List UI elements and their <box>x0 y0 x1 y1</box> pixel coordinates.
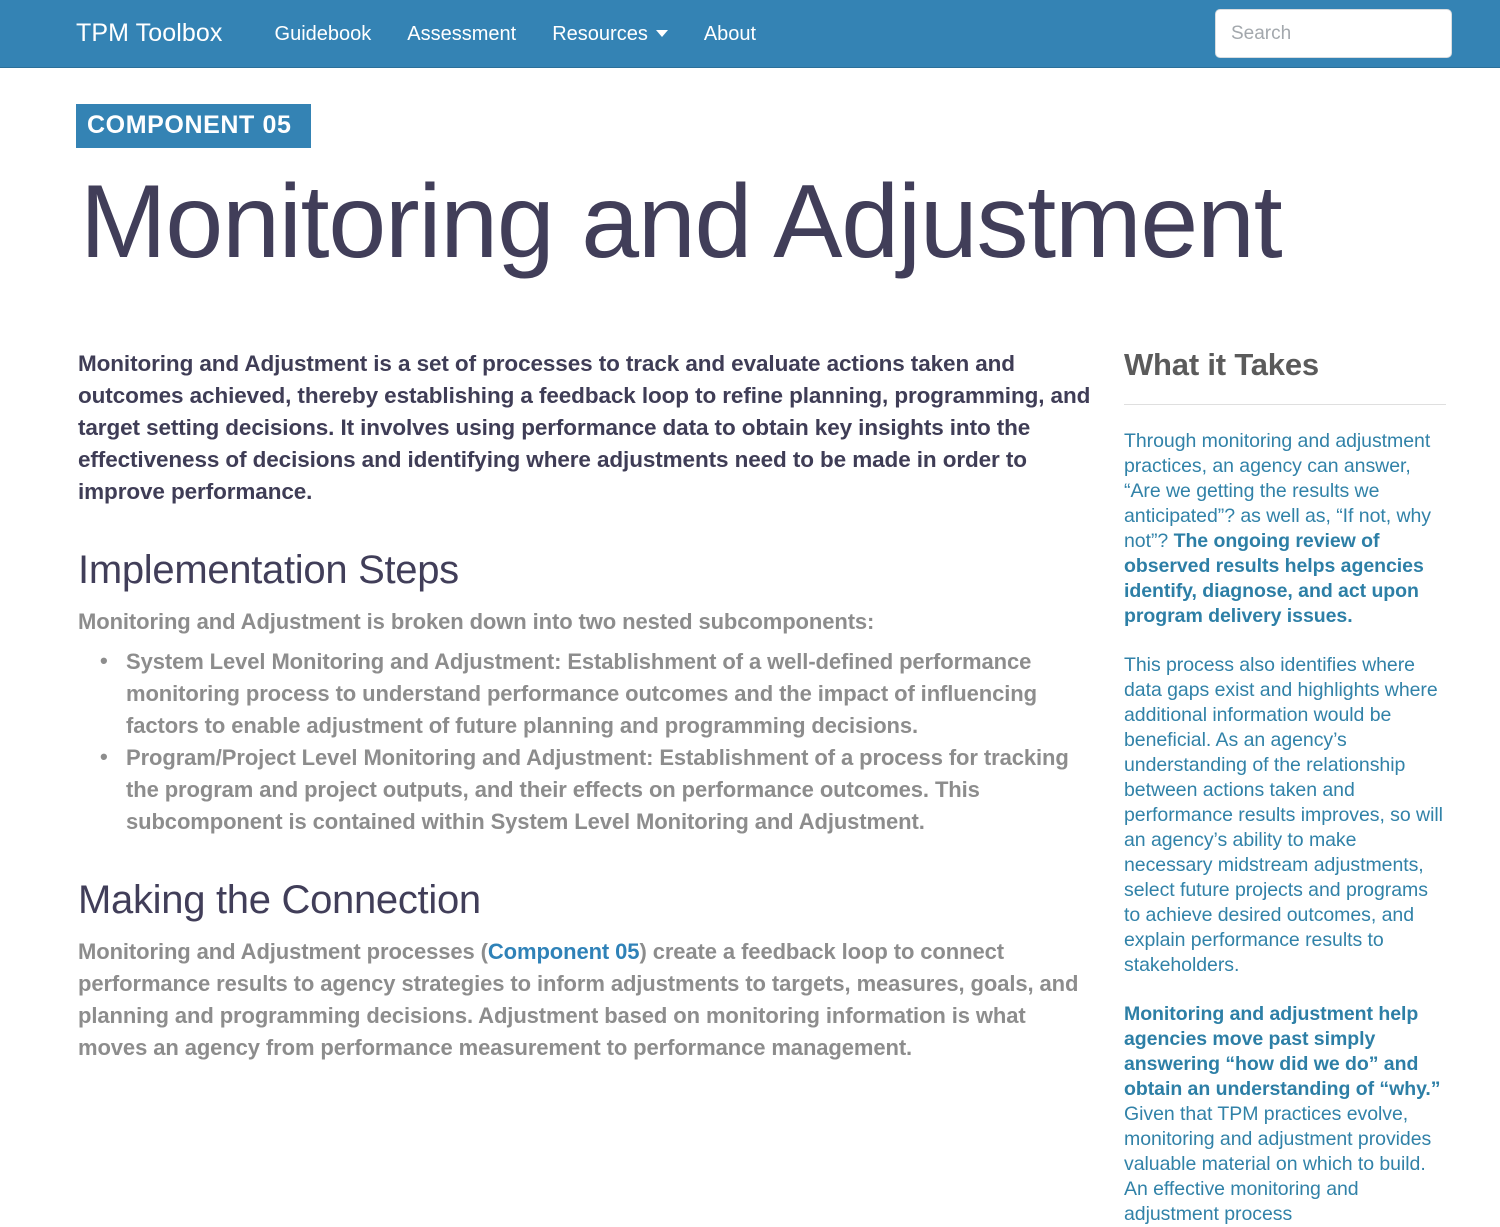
lead-paragraph: Monitoring and Adjustment is a set of pr… <box>78 351 1091 504</box>
nav-item-label: About <box>703 22 757 45</box>
component-05-link[interactable]: Component 05 <box>488 939 640 964</box>
status-badge: COMPONENT 05 <box>76 104 312 148</box>
brand-logo[interactable]: TPM Toolbox <box>76 19 223 48</box>
list-item: System Level Monitoring and Adjustment: … <box>100 645 1100 742</box>
sidebar-text-bold: Monitoring and adjustment help agencies … <box>1124 1003 1441 1101</box>
nav-item-guidebook[interactable]: Guidebook <box>257 24 390 44</box>
making-the-connection-paragraph: Monitoring and Adjustment processes (Com… <box>78 936 1100 1064</box>
section-heading-implementation-steps: Implementation Steps <box>78 548 459 592</box>
page-title: Monitoring and Adjustment <box>80 164 1283 280</box>
component-badge-wrap: COMPONENT 05 <box>76 104 1500 148</box>
sidebar-heading: What it Takes <box>1124 347 1319 382</box>
implementation-steps-intro: Monitoring and Adjustment is broken down… <box>78 609 875 634</box>
sidebar-paragraph: Through monitoring and adjustment practi… <box>1124 429 1446 629</box>
nav-item-assessment[interactable]: Assessment <box>389 24 534 44</box>
chevron-down-icon <box>655 30 668 37</box>
nav-item-label: Resources <box>552 22 648 45</box>
section-heading-making-the-connection: Making the Connection <box>78 878 481 922</box>
sidebar-text-regular: This process also identifies where data … <box>1124 654 1443 977</box>
search-input[interactable] <box>1215 9 1452 58</box>
search-container <box>1215 9 1452 58</box>
content-columns: Monitoring and Adjustment is a set of pr… <box>0 347 1500 1227</box>
sidebar-paragraph: Monitoring and adjustment help agencies … <box>1124 1002 1446 1227</box>
nav-item-about[interactable]: About <box>686 24 774 44</box>
main-column: Monitoring and Adjustment is a set of pr… <box>78 348 1100 1064</box>
implementation-steps-list: System Level Monitoring and Adjustment: … <box>78 645 1100 838</box>
sidebar-text-regular: Given that TPM practices evolve, monitor… <box>1124 1103 1432 1226</box>
top-navbar: TPM Toolbox Guidebook Assessment Resourc… <box>0 0 1500 68</box>
page-content: COMPONENT 05 Monitoring and Adjustment M… <box>0 104 1500 1227</box>
list-item: Program/Project Level Monitoring and Adj… <box>100 741 1100 838</box>
main-nav: Guidebook Assessment Resources About <box>257 24 775 44</box>
sidebar-divider <box>1124 404 1446 406</box>
sidebar-paragraph: This process also identifies where data … <box>1124 653 1446 978</box>
nav-item-label: Assessment <box>407 22 517 45</box>
nav-item-label: Guidebook <box>274 22 372 45</box>
connection-text-before-link: Monitoring and Adjustment processes ( <box>78 939 488 964</box>
sidebar-what-it-takes: What it Takes Through monitoring and adj… <box>1124 347 1446 1227</box>
nav-item-resources[interactable]: Resources <box>534 24 686 44</box>
